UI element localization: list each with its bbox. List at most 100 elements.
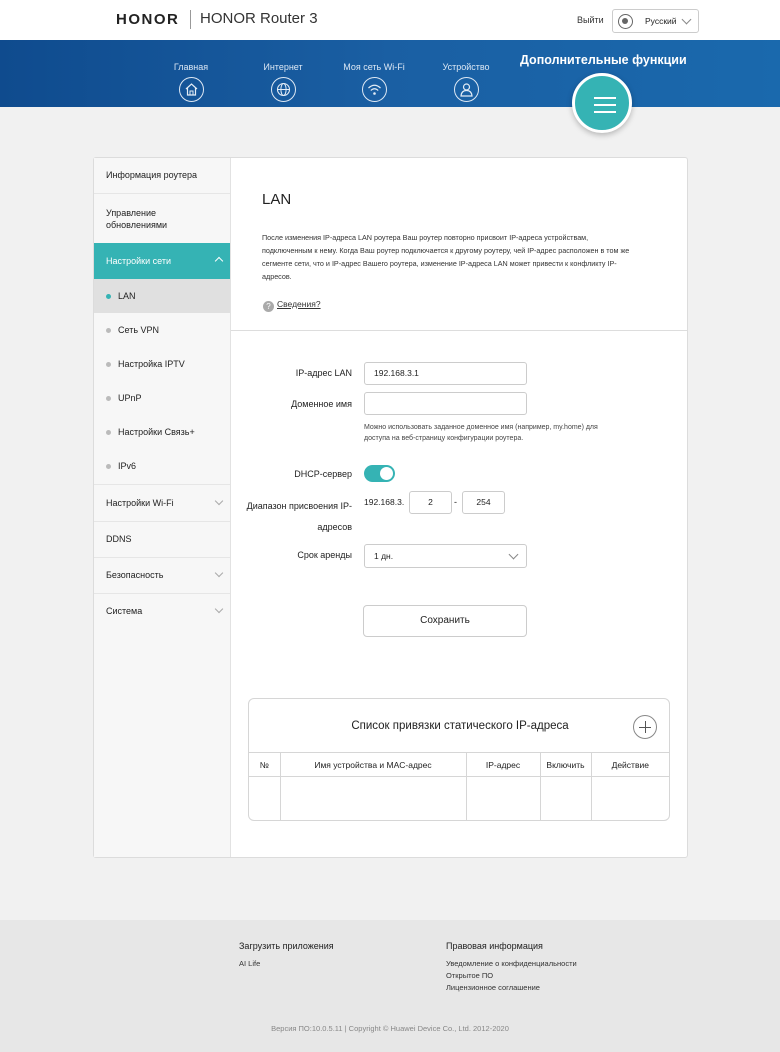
- globe-icon: [270, 77, 296, 102]
- menu-icon[interactable]: [572, 73, 632, 133]
- save-button[interactable]: Сохранить: [363, 605, 527, 637]
- footer-apps-title: Загрузить приложения: [239, 941, 334, 951]
- dhcp-toggle[interactable]: [364, 465, 395, 482]
- bullet-icon: [106, 294, 111, 299]
- main-nav: Главная Интернет Моя сеть Wi-Fi Устройст…: [0, 40, 780, 107]
- lan-ip-input[interactable]: 192.168.3.1: [364, 362, 527, 385]
- top-bar: HONOR HONOR Router 3 Выйти Русский: [0, 0, 780, 40]
- nav-item-wifi[interactable]: Моя сеть Wi-Fi: [334, 62, 414, 102]
- product-name: HONOR Router 3: [200, 10, 318, 27]
- domain-hint: Можно использовать заданное доменное имя…: [364, 424, 598, 442]
- nav-label: Главная: [173, 62, 209, 72]
- sidebar-item-iptv[interactable]: Настройка IPTV: [94, 347, 230, 381]
- sidebar-item-vpn[interactable]: Сеть VPN: [94, 313, 230, 347]
- sidebar-item-label: IPv6: [118, 461, 137, 471]
- settings-card: Информация роутера Управление обновления…: [93, 157, 688, 858]
- footer-legal-title: Правовая информация: [446, 941, 543, 951]
- sidebar-item-label: Сеть VPN: [118, 325, 160, 335]
- bullet-icon: [106, 464, 111, 469]
- sidebar-item-upnp[interactable]: UPnP: [94, 381, 230, 415]
- page-description: После изменения IP-адреса LAN роутера Ва…: [262, 233, 630, 281]
- help-icon: ?: [263, 301, 274, 312]
- nav-label: Моя сеть Wi-Fi: [343, 62, 405, 72]
- range-start-input[interactable]: 2: [409, 491, 452, 514]
- bullet-icon: [106, 328, 111, 333]
- footer-link-privacy[interactable]: Уведомление о конфиденциальности: [446, 959, 577, 968]
- main-content: LAN После изменения IP-адреса LAN роутер…: [231, 158, 687, 857]
- brand-logo: HONOR: [116, 11, 180, 28]
- sidebar-item-label: DDNS: [106, 534, 132, 544]
- sidebar-item-label: UPnP: [118, 393, 142, 403]
- sidebar-item-label: Управление обновлениями: [106, 208, 168, 230]
- static-ip-table: № Имя устройства и MAC-адрес IP-адрес Вк…: [249, 752, 669, 821]
- sidebar-item-label: Настройка IPTV: [118, 359, 185, 369]
- wifi-icon: [361, 77, 387, 102]
- bullet-icon: [106, 396, 111, 401]
- sidebar-item-label: Настройки сети: [106, 256, 171, 266]
- dhcp-label: DHCP-сервер: [294, 469, 352, 479]
- brand-divider: [190, 10, 191, 29]
- nav-extra-features[interactable]: Дополнительные функции: [520, 53, 687, 67]
- nav-item-home[interactable]: Главная: [151, 62, 231, 102]
- lease-value: 1 дн.: [374, 551, 394, 561]
- chevron-down-icon: [214, 604, 224, 614]
- column-header: Имя устройства и MAC-адрес: [280, 752, 467, 777]
- sidebar-item-link-plus[interactable]: Настройки Связь+: [94, 415, 230, 449]
- sidebar-item-update-management[interactable]: Управление обновлениями: [94, 207, 230, 233]
- range-separator: -: [454, 497, 457, 507]
- chevron-down-icon: [214, 496, 224, 506]
- static-ip-table-panel: Список привязки статического IP-адреса №…: [248, 698, 670, 821]
- lease-select[interactable]: 1 дн.: [364, 544, 527, 568]
- lan-ip-label: IP-адрес LAN: [295, 368, 352, 378]
- chevron-down-icon: [214, 568, 224, 578]
- column-header: №: [249, 752, 281, 777]
- sidebar-item-label: Настройки Wi-Fi: [106, 498, 174, 508]
- footer-link-license[interactable]: Лицензионное соглашение: [446, 983, 540, 992]
- language-select[interactable]: Русский: [612, 9, 699, 33]
- sidebar-item-label: Система: [106, 606, 143, 616]
- footer: Загрузить приложения AI Life Правовая ин…: [0, 920, 780, 1052]
- divider: [231, 330, 687, 331]
- domain-label: Доменное имя: [291, 399, 352, 409]
- bullet-icon: [106, 430, 111, 435]
- page-title: LAN: [262, 191, 292, 208]
- language-value: Русский: [645, 16, 677, 26]
- range-prefix: 192.168.3.: [364, 497, 405, 507]
- sidebar-item-ddns[interactable]: DDNS: [94, 521, 230, 557]
- table-row-empty: [249, 776, 669, 821]
- nav-label: Интернет: [263, 62, 303, 72]
- lease-label: Срок аренды: [297, 550, 352, 560]
- sidebar-item-network-settings[interactable]: Настройки сети: [94, 243, 230, 279]
- sidebar: Информация роутера Управление обновления…: [94, 158, 231, 857]
- footer-link-ai-life[interactable]: AI Life: [239, 959, 260, 968]
- column-header: Включить: [540, 752, 592, 777]
- divider: [94, 193, 230, 194]
- home-icon: [178, 77, 204, 102]
- nav-label: Устройство: [442, 62, 490, 72]
- column-header: IP-адрес: [466, 752, 541, 777]
- column-header: Действие: [591, 752, 669, 777]
- domain-input[interactable]: [364, 392, 527, 415]
- sidebar-item-system[interactable]: Система: [94, 593, 230, 629]
- sidebar-item-label: Безопасность: [106, 570, 164, 580]
- sidebar-item-router-info[interactable]: Информация роутера: [94, 170, 230, 186]
- sidebar-item-lan[interactable]: LAN: [94, 279, 230, 313]
- bullet-icon: [106, 362, 111, 367]
- sidebar-item-security[interactable]: Безопасность: [94, 557, 230, 593]
- add-icon[interactable]: [633, 715, 657, 739]
- sidebar-item-label: LAN: [118, 291, 136, 301]
- logout-link[interactable]: Выйти: [577, 15, 604, 25]
- help-link-label: Сведения?: [277, 299, 321, 309]
- sidebar-item-wifi-settings[interactable]: Настройки Wi-Fi: [94, 485, 230, 521]
- range-label: Диапазон присвоения IP-адресов: [246, 501, 352, 532]
- range-end-input[interactable]: 254: [462, 491, 505, 514]
- nav-item-device[interactable]: Устройство: [426, 62, 506, 102]
- static-ip-table-title: Список привязки статического IP-адреса: [351, 720, 569, 732]
- nav-item-internet[interactable]: Интернет: [243, 62, 323, 102]
- chevron-down-icon: [508, 549, 519, 560]
- help-link[interactable]: ? Сведения?: [263, 299, 321, 312]
- globe-icon: [618, 14, 633, 29]
- copyright: Версия ПО:10.0.5.11 | Copyright © Huawei…: [271, 1024, 509, 1033]
- sidebar-item-ipv6[interactable]: IPv6: [94, 449, 230, 483]
- footer-link-open-source[interactable]: Открытое ПО: [446, 971, 493, 980]
